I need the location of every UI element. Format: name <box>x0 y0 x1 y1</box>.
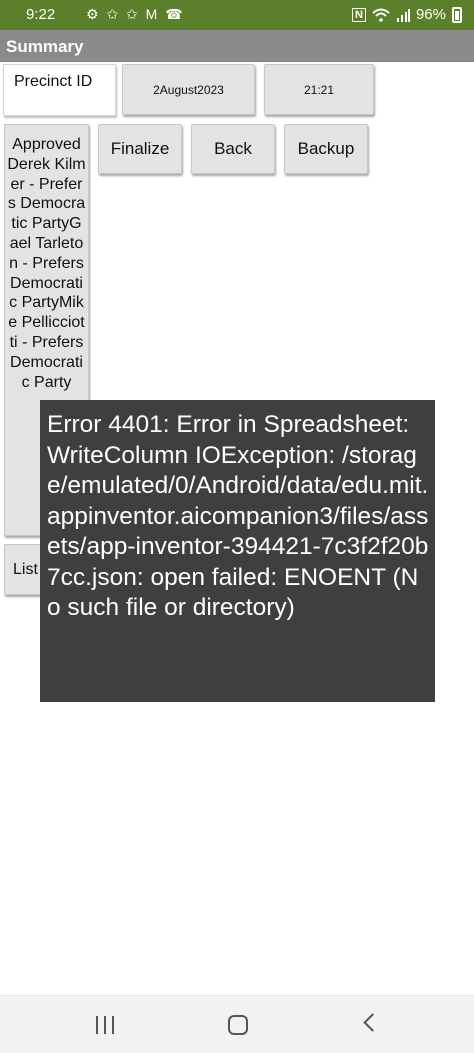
navigation-bar <box>0 995 474 1053</box>
back-icon[interactable] <box>363 1013 382 1032</box>
status-time: 9:22 <box>26 6 56 23</box>
battery-percent: 96% <box>415 6 446 23</box>
status-bar: 9:22 ⚙ ✩ ✩ M ☎ N 96% <box>0 0 474 30</box>
backup-button[interactable]: Backup <box>284 124 368 174</box>
error-toast: Error 4401: Error in Spreadsheet: WriteC… <box>40 400 435 702</box>
finalize-button[interactable]: Finalize <box>98 124 182 174</box>
notification-icons: ⚙ ✩ ✩ M ☎ <box>86 6 185 22</box>
battery-icon <box>452 6 462 23</box>
wifi-icon <box>372 8 390 22</box>
precinct-id-field[interactable]: Precinct ID <box>3 64 116 116</box>
signal-icon <box>396 8 410 22</box>
date-button[interactable]: 2August2023 <box>122 64 255 115</box>
home-icon[interactable] <box>228 1015 248 1035</box>
status-right-group: N 96% <box>352 6 462 23</box>
nfc-icon: N <box>352 7 366 22</box>
recent-apps-icon[interactable] <box>96 1016 118 1034</box>
time-button[interactable]: 21:21 <box>264 64 374 115</box>
page-title: Summary <box>0 30 474 62</box>
back-button[interactable]: Back <box>191 124 275 174</box>
